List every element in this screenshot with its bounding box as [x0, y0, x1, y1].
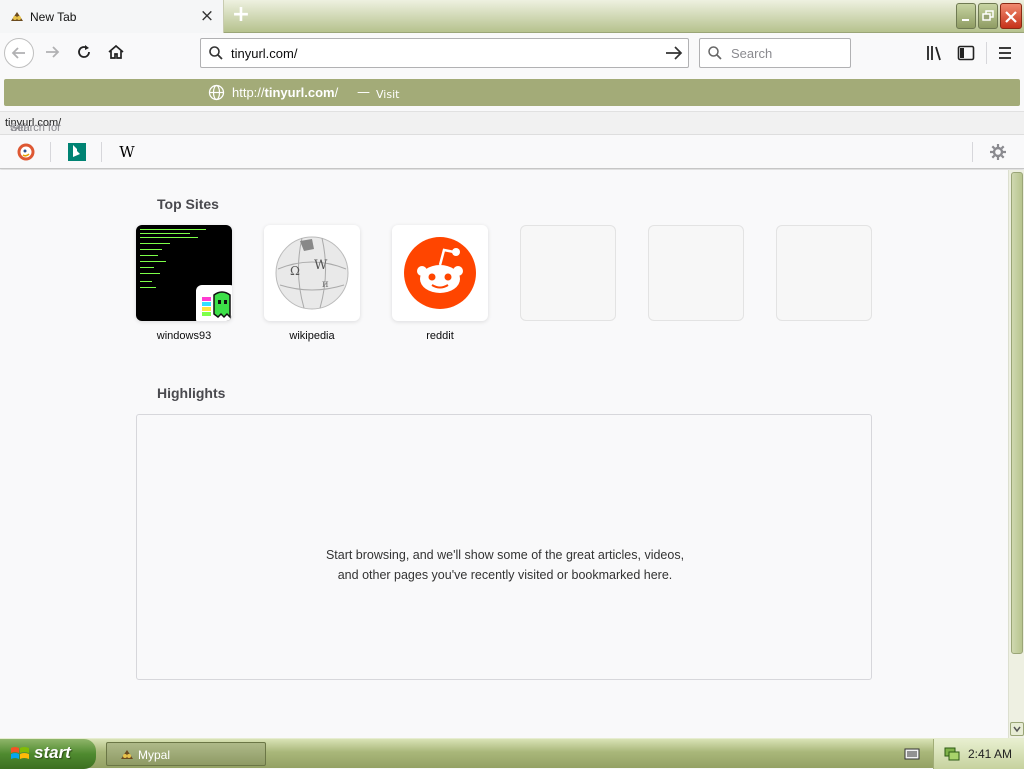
search-bar[interactable] [699, 38, 851, 68]
terminal-line [140, 273, 160, 274]
taskbar-item-mypal[interactable]: Mypal [106, 742, 266, 766]
close-window-button[interactable] [1000, 3, 1022, 29]
search-with-row: Search for tinyurl.com/ with: [0, 111, 1024, 135]
vertical-scrollbar[interactable] [1008, 170, 1024, 738]
engine-separator [972, 142, 973, 162]
top-site-label: windows93 [156, 330, 212, 342]
keyboard-icon[interactable] [904, 747, 920, 761]
highlights-heading: Highlights [157, 385, 226, 401]
bing-icon[interactable] [67, 142, 87, 162]
tab-title: New Tab [30, 10, 77, 24]
terminal-line [140, 229, 206, 230]
reddit-icon [404, 237, 476, 309]
terminal-line [140, 261, 166, 262]
terminal-line [140, 287, 156, 288]
mypal-favicon-icon [11, 12, 23, 21]
home-button[interactable] [102, 38, 132, 68]
restore-icon [982, 10, 994, 21]
start-label: start [34, 743, 71, 762]
windows93-icon [196, 285, 232, 321]
new-tab-page: Top Sites windows93 Ω W и wikipedia redd… [0, 170, 1008, 738]
search-with-label: Search for tinyurl.com/ with: [5, 117, 62, 134]
chevron-down-icon [1013, 726, 1021, 733]
terminal-line [140, 267, 154, 268]
toolbar-separator [986, 42, 987, 64]
go-arrow-icon[interactable] [664, 44, 684, 62]
svg-text:Ω: Ω [290, 264, 300, 278]
gear-icon[interactable] [988, 142, 1008, 162]
top-site-empty-slot[interactable] [520, 225, 616, 321]
top-site-tile-wikipedia[interactable]: Ω W и [264, 225, 360, 321]
engine-separator [101, 142, 102, 162]
scrollbar-thumb[interactable] [1011, 172, 1023, 654]
back-arrow-icon [11, 47, 25, 59]
clock: 2:41 AM [968, 747, 1013, 761]
windows-logo-icon [11, 747, 29, 759]
highlights-empty-message: Start browsing, and we'll show some of t… [325, 548, 685, 582]
close-icon [1005, 11, 1017, 23]
url-input[interactable] [231, 44, 651, 62]
forward-arrow-icon [46, 46, 60, 58]
reload-icon [78, 45, 90, 58]
tab-strip: New Tab × + [0, 0, 1024, 33]
scroll-down-arrow-icon[interactable] [1010, 722, 1024, 736]
system-tray: 2:41 AM [933, 739, 1024, 769]
back-button[interactable] [4, 38, 34, 68]
wikipedia-globe-icon: Ω W и [275, 236, 349, 310]
navigation-toolbar [0, 34, 1024, 74]
new-tab-button[interactable]: + [230, 4, 252, 27]
terminal-line [140, 233, 190, 234]
minimize-button[interactable] [956, 3, 976, 29]
hamburger-menu-icon[interactable] [995, 43, 1015, 63]
tab-new-tab[interactable]: New Tab × [0, 0, 224, 33]
library-icon[interactable] [924, 43, 944, 63]
engine-separator [50, 142, 51, 162]
globe-icon [208, 84, 225, 101]
top-site-tile-reddit[interactable] [392, 225, 488, 321]
terminal-line [140, 249, 162, 250]
top-site-empty-slot[interactable] [648, 225, 744, 321]
duckduckgo-icon[interactable] [16, 142, 36, 162]
suggestion-url: http://tinyurl.com/ [232, 85, 339, 100]
search-icon [708, 46, 722, 60]
minimize-icon [962, 19, 969, 21]
windows93-logo-icon [202, 291, 231, 319]
terminal-line [140, 255, 158, 256]
top-site-tile-windows93[interactable] [136, 225, 232, 321]
top-sites-heading: Top Sites [157, 196, 219, 212]
forward-button[interactable] [38, 38, 68, 68]
mypal-icon [121, 750, 133, 759]
search-icon [209, 46, 223, 60]
terminal-line [140, 243, 170, 244]
sidebar-icon[interactable] [956, 43, 976, 63]
suggestion-action: Visit [376, 88, 400, 101]
terminal-line [140, 281, 152, 282]
top-site-label: wikipedia [289, 330, 335, 342]
top-site-label: reddit [426, 330, 454, 342]
reload-button[interactable] [70, 38, 100, 68]
url-bar[interactable] [200, 38, 689, 68]
wikipedia-icon[interactable]: W [117, 142, 137, 162]
search-input[interactable] [731, 44, 841, 62]
home-icon [108, 44, 124, 59]
start-button[interactable]: start [0, 739, 96, 769]
svg-text:и: и [322, 279, 329, 290]
top-site-empty-slot[interactable] [776, 225, 872, 321]
tab-close-icon[interactable]: × [198, 8, 216, 26]
url-suggestion-row[interactable]: http://tinyurl.com/ — Visit [4, 79, 1020, 106]
taskbar: start Mypal 2:41 AM [0, 738, 1024, 769]
network-tray-icon[interactable] [943, 746, 961, 762]
suggestion-dash: — [357, 85, 370, 100]
highlights-empty-box: Start browsing, and we'll show some of t… [136, 414, 872, 680]
terminal-line [140, 237, 198, 238]
restore-button[interactable] [978, 3, 998, 29]
taskbar-item-label: Mypal [138, 748, 171, 762]
svg-text:W: W [314, 258, 328, 273]
one-off-search-engines: W [0, 135, 1024, 169]
